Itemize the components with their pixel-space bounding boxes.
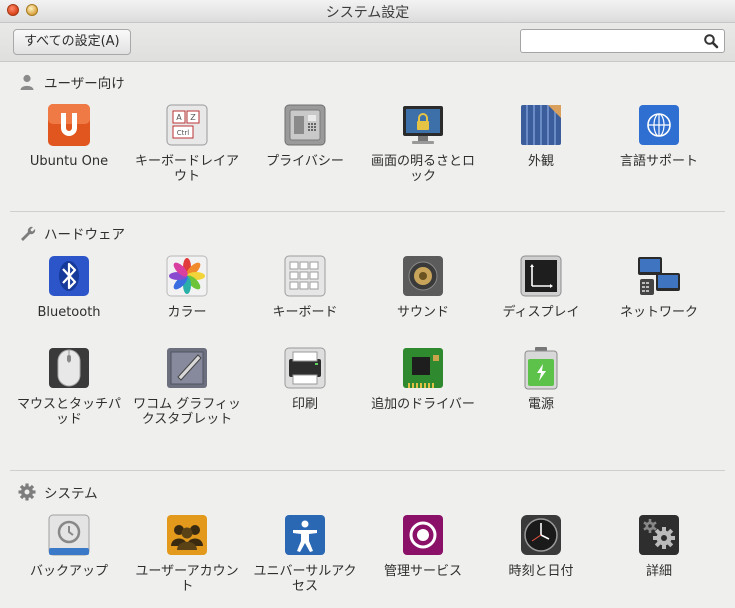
user-accounts-icon bbox=[164, 512, 210, 558]
settings-item-appearance[interactable]: 外観 bbox=[486, 102, 596, 169]
language-support-icon bbox=[636, 102, 682, 148]
settings-item-privacy[interactable]: プライバシー bbox=[250, 102, 360, 169]
settings-item-label: Ubuntu One bbox=[29, 154, 109, 169]
settings-item-label: ユニバーサルアクセス bbox=[253, 564, 357, 594]
section-header-hardware: ハードウェア bbox=[18, 223, 125, 243]
color-icon bbox=[164, 253, 210, 299]
search-icon[interactable] bbox=[703, 33, 719, 49]
settings-item-label: 画面の明るさとロック bbox=[370, 154, 475, 184]
management-service-icon bbox=[400, 512, 446, 558]
settings-item-network[interactable]: ネットワーク bbox=[604, 253, 714, 320]
time-date-icon bbox=[518, 512, 564, 558]
search-box[interactable] bbox=[520, 29, 725, 53]
toolbar: すべての設定(A) bbox=[0, 23, 735, 62]
settings-item-backup[interactable]: バックアップ bbox=[14, 512, 124, 579]
settings-item-label: キーボードレイアウト bbox=[134, 154, 239, 184]
settings-item-language-support[interactable]: 言語サポート bbox=[604, 102, 714, 169]
settings-item-label: 印刷 bbox=[291, 397, 318, 412]
svg-text:A: A bbox=[176, 113, 182, 122]
all-settings-button[interactable]: すべての設定(A) bbox=[13, 29, 131, 55]
window-title: システム設定 bbox=[325, 5, 410, 21]
settings-item-printer[interactable]: 印刷 bbox=[250, 345, 360, 412]
section-header-system: システム bbox=[18, 482, 98, 502]
svg-text:Ctrl: Ctrl bbox=[177, 129, 190, 137]
settings-item-brightness-lock[interactable]: 画面の明るさとロック bbox=[368, 102, 478, 184]
person-icon bbox=[20, 74, 34, 90]
additional-drivers-icon bbox=[400, 345, 446, 391]
network-icon bbox=[636, 253, 682, 299]
title-bar: システム設定 bbox=[0, 0, 735, 23]
settings-item-additional-drivers[interactable]: 追加のドライバー bbox=[368, 345, 478, 412]
settings-item-label: キーボード bbox=[272, 305, 338, 320]
settings-item-user-accounts[interactable]: ユーザーアカウント bbox=[132, 512, 242, 594]
settings-item-display[interactable]: ディスプレイ bbox=[486, 253, 596, 320]
settings-item-universal-access[interactable]: ユニバーサルアクセス bbox=[250, 512, 360, 594]
settings-item-label: ワコム グラフィックスタブレット bbox=[133, 397, 241, 427]
settings-item-label: マウスとタッチパッド bbox=[16, 397, 121, 427]
settings-item-label: 時刻と日付 bbox=[508, 564, 574, 579]
printer-icon bbox=[282, 345, 328, 391]
bluetooth-icon bbox=[46, 253, 92, 299]
settings-item-label: 詳細 bbox=[645, 564, 672, 579]
privacy-icon bbox=[282, 102, 328, 148]
universal-access-icon bbox=[282, 512, 328, 558]
settings-item-label: ネットワーク bbox=[619, 305, 698, 320]
settings-item-power[interactable]: 電源 bbox=[486, 345, 596, 412]
settings-item-label: 言語サポート bbox=[619, 154, 698, 169]
appearance-icon bbox=[518, 102, 564, 148]
settings-item-mouse-touchpad[interactable]: マウスとタッチパッド bbox=[14, 345, 124, 427]
settings-item-color[interactable]: カラー bbox=[132, 253, 242, 320]
settings-item-time-date[interactable]: 時刻と日付 bbox=[486, 512, 596, 579]
settings-item-label: 管理サービス bbox=[383, 564, 462, 579]
sound-icon bbox=[400, 253, 446, 299]
brightness-lock-icon bbox=[400, 102, 446, 148]
keyboard-icon bbox=[282, 253, 328, 299]
settings-item-details[interactable]: 詳細 bbox=[604, 512, 714, 579]
settings-item-label: 電源 bbox=[527, 397, 554, 412]
keyboard-layout-icon: A Z Ctrl bbox=[164, 102, 210, 148]
settings-item-label: ディスプレイ bbox=[502, 305, 580, 320]
section-divider bbox=[10, 211, 725, 212]
settings-item-management-service[interactable]: 管理サービス bbox=[368, 512, 478, 579]
settings-item-sound[interactable]: サウンド bbox=[368, 253, 478, 320]
settings-item-label: ユーザーアカウント bbox=[135, 564, 239, 594]
search-input[interactable] bbox=[527, 31, 701, 53]
wacom-tablet-icon bbox=[164, 345, 210, 391]
settings-item-label: Bluetooth bbox=[37, 305, 101, 320]
section-header-personal: ユーザー向け bbox=[18, 72, 125, 92]
power-icon bbox=[518, 345, 564, 391]
settings-item-wacom-tablet[interactable]: ワコム グラフィックスタブレット bbox=[132, 345, 242, 427]
section-divider bbox=[10, 470, 725, 471]
settings-item-label: サウンド bbox=[396, 305, 449, 320]
gear-icon bbox=[18, 483, 36, 501]
settings-item-bluetooth[interactable]: Bluetooth bbox=[14, 253, 124, 320]
settings-item-label: バックアップ bbox=[29, 564, 108, 579]
mouse-touchpad-icon bbox=[46, 345, 92, 391]
settings-item-label: 外観 bbox=[527, 154, 554, 169]
section-title: ハードウェア bbox=[44, 227, 125, 243]
section-title: ユーザー向け bbox=[44, 76, 125, 92]
ubuntu-one-icon bbox=[46, 102, 92, 148]
settings-item-keyboard[interactable]: キーボード bbox=[250, 253, 360, 320]
settings-item-keyboard-layout[interactable]: A Z Ctrl キーボードレイアウト bbox=[132, 102, 242, 184]
details-icon bbox=[636, 512, 682, 558]
backup-icon bbox=[46, 512, 92, 558]
settings-item-label: 追加のドライバー bbox=[371, 397, 475, 412]
wrench-icon bbox=[21, 226, 36, 241]
svg-text:Z: Z bbox=[190, 113, 196, 122]
display-icon bbox=[518, 253, 564, 299]
settings-item-label: プライバシー bbox=[266, 154, 344, 169]
settings-item-ubuntu-one[interactable]: Ubuntu One bbox=[14, 102, 124, 169]
settings-item-label: カラー bbox=[167, 305, 207, 320]
section-title: システム bbox=[44, 486, 98, 502]
